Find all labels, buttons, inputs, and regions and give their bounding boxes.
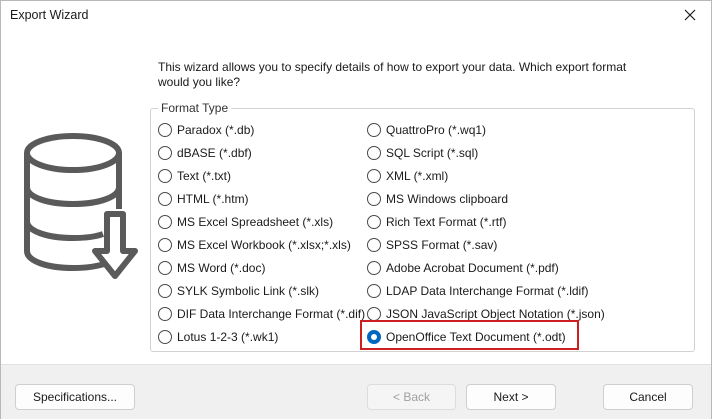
radio-option-odt[interactable]: OpenOffice Text Document (*.odt) xyxy=(367,327,566,347)
radio-label: dBASE (*.dbf) xyxy=(177,146,252,160)
close-icon xyxy=(684,9,696,21)
radio-button[interactable] xyxy=(158,238,172,252)
radio-label: JSON JavaScript Object Notation (*.json) xyxy=(386,307,605,321)
radio-option-pdf[interactable]: Adobe Acrobat Document (*.pdf) xyxy=(367,258,559,278)
title-bar: Export Wizard xyxy=(1,1,711,31)
radio-button[interactable] xyxy=(158,284,172,298)
window-title: Export Wizard xyxy=(10,8,89,22)
close-button[interactable] xyxy=(675,2,705,28)
wizard-content: This wizard allows you to specify detail… xyxy=(1,31,711,364)
radio-option-xml[interactable]: XML (*.xml) xyxy=(367,166,448,186)
cancel-button[interactable]: Cancel xyxy=(603,384,693,410)
radio-label: SYLK Symbolic Link (*.slk) xyxy=(177,284,320,298)
radio-button[interactable] xyxy=(367,123,381,137)
radio-label: MS Excel Spreadsheet (*.xls) xyxy=(177,215,334,229)
radio-option-dif[interactable]: DIF Data Interchange Format (*.dif) xyxy=(158,304,365,324)
radio-button[interactable] xyxy=(367,146,381,160)
radio-button[interactable] xyxy=(158,146,172,160)
radio-button[interactable] xyxy=(158,169,172,183)
radio-button[interactable] xyxy=(158,261,172,275)
radio-option-quattropro[interactable]: QuattroPro (*.wq1) xyxy=(367,120,486,140)
radio-button[interactable] xyxy=(158,215,172,229)
radio-label: DIF Data Interchange Format (*.dif) xyxy=(177,307,366,321)
radio-button[interactable] xyxy=(367,192,381,206)
radio-button[interactable] xyxy=(367,169,381,183)
radio-option-html[interactable]: HTML (*.htm) xyxy=(158,189,249,209)
intro-text: This wizard allows you to specify detail… xyxy=(158,60,627,89)
radio-label: Paradox (*.db) xyxy=(177,123,255,137)
radio-label: LDAP Data Interchange Format (*.ldif) xyxy=(386,284,589,298)
radio-label: MS Excel Workbook (*.xlsx;*.xls) xyxy=(177,238,351,252)
radio-label: SPSS Format (*.sav) xyxy=(386,238,498,252)
radio-label: SQL Script (*.sql) xyxy=(386,146,479,160)
radio-label: Text (*.txt) xyxy=(177,169,232,183)
back-button[interactable]: < Back xyxy=(367,384,456,410)
format-type-legend: Format Type xyxy=(158,101,232,115)
radio-button[interactable] xyxy=(367,307,381,321)
radio-button[interactable] xyxy=(158,307,172,321)
radio-option-text[interactable]: Text (*.txt) xyxy=(158,166,231,186)
radio-label: MS Windows clipboard xyxy=(386,192,509,206)
radio-label: Rich Text Format (*.rtf) xyxy=(386,215,507,229)
radio-button[interactable] xyxy=(367,284,381,298)
radio-option-spss[interactable]: SPSS Format (*.sav) xyxy=(367,235,497,255)
radio-button[interactable] xyxy=(367,238,381,252)
radio-label: HTML (*.htm) xyxy=(177,192,249,206)
radio-option-ms-word[interactable]: MS Word (*.doc) xyxy=(158,258,265,278)
radio-option-sylk[interactable]: SYLK Symbolic Link (*.slk) xyxy=(158,281,319,301)
radio-option-paradox[interactable]: Paradox (*.db) xyxy=(158,120,254,140)
wizard-footer: Specifications... < Back Next > Cancel xyxy=(1,364,711,419)
radio-label: Lotus 1-2-3 (*.wk1) xyxy=(177,330,279,344)
radio-label: MS Word (*.doc) xyxy=(177,261,266,275)
database-export-icon xyxy=(24,133,138,279)
radio-option-dbase[interactable]: dBASE (*.dbf) xyxy=(158,143,252,163)
radio-option-lotus[interactable]: Lotus 1-2-3 (*.wk1) xyxy=(158,327,278,347)
export-wizard-window: Export Wizard This wizard allows you to … xyxy=(0,0,712,419)
radio-option-ldif[interactable]: LDAP Data Interchange Format (*.ldif) xyxy=(367,281,589,301)
radio-option-sql-script[interactable]: SQL Script (*.sql) xyxy=(367,143,478,163)
radio-option-clipboard[interactable]: MS Windows clipboard xyxy=(367,189,508,209)
specifications-button[interactable]: Specifications... xyxy=(15,384,135,410)
radio-label: OpenOffice Text Document (*.odt) xyxy=(386,330,566,344)
radio-label: XML (*.xml) xyxy=(386,169,449,183)
radio-button[interactable] xyxy=(158,192,172,206)
radio-option-rtf[interactable]: Rich Text Format (*.rtf) xyxy=(367,212,506,232)
radio-option-excel-workbook[interactable]: MS Excel Workbook (*.xlsx;*.xls) xyxy=(158,235,351,255)
radio-button[interactable] xyxy=(158,123,172,137)
radio-button[interactable] xyxy=(367,261,381,275)
radio-button[interactable] xyxy=(158,330,172,344)
radio-option-excel-spreadsheet[interactable]: MS Excel Spreadsheet (*.xls) xyxy=(158,212,333,232)
next-button[interactable]: Next > xyxy=(466,384,556,410)
radio-label: Adobe Acrobat Document (*.pdf) xyxy=(386,261,559,275)
radio-button-checked[interactable] xyxy=(367,330,381,344)
radio-button[interactable] xyxy=(367,215,381,229)
radio-label: QuattroPro (*.wq1) xyxy=(386,123,487,137)
